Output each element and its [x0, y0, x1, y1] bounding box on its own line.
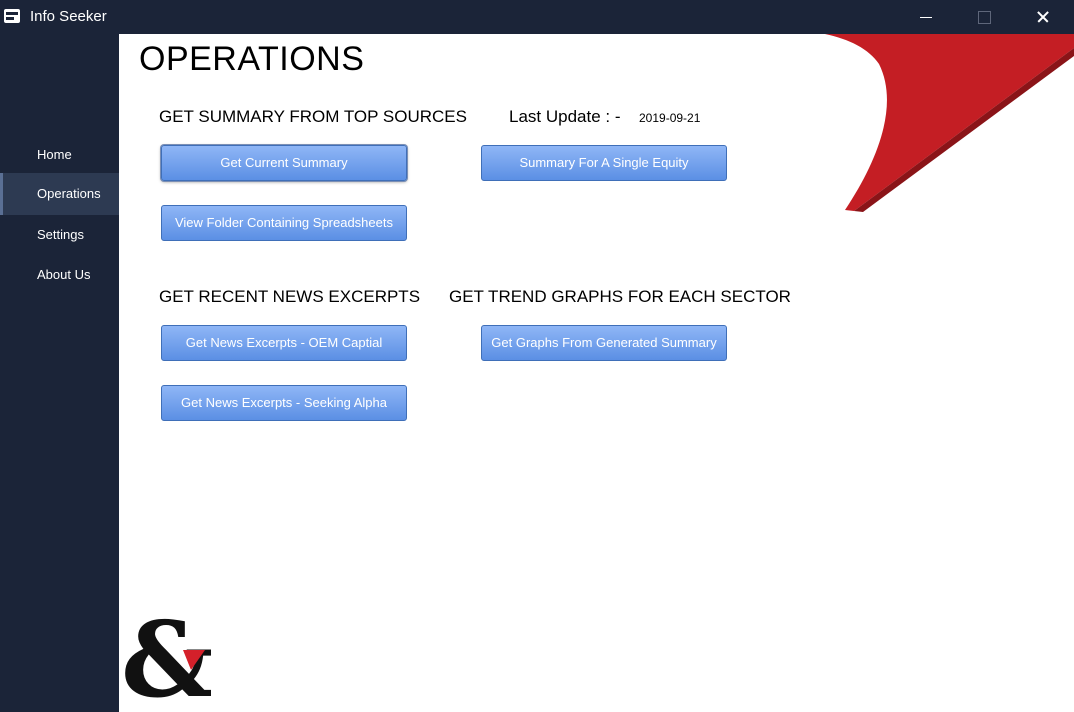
- get-graphs-button[interactable]: Get Graphs From Generated Summary: [481, 325, 727, 361]
- main-content: OPERATIONS GET SUMMARY FROM TOP SOURCES …: [119, 34, 1074, 712]
- summary-section-heading: GET SUMMARY FROM TOP SOURCES: [159, 107, 467, 126]
- get-current-summary-button[interactable]: Get Current Summary: [161, 145, 407, 181]
- news-seeking-alpha-button[interactable]: Get News Excerpts - Seeking Alpha: [161, 385, 407, 421]
- trend-section-heading: GET TREND GRAPHS FOR EACH SECTOR: [449, 287, 791, 306]
- window-title: Info Seeker: [30, 8, 107, 25]
- title-bar: Info Seeker: [0, 0, 1074, 34]
- view-folder-button[interactable]: View Folder Containing Spreadsheets: [161, 205, 407, 241]
- last-update-label: Last Update : -: [509, 107, 621, 126]
- summary-single-equity-button[interactable]: Summary For A Single Equity: [481, 145, 727, 181]
- red-swoosh-graphic: [825, 34, 1074, 212]
- app-icon: [4, 9, 20, 23]
- last-update-value: 2019-09-21: [639, 111, 701, 125]
- sidebar: Home Operations Settings About Us: [0, 34, 119, 712]
- sidebar-item-about-us[interactable]: About Us: [0, 254, 119, 296]
- sidebar-item-settings[interactable]: Settings: [0, 214, 119, 256]
- minimize-button[interactable]: [898, 0, 956, 34]
- news-oem-capital-button[interactable]: Get News Excerpts - OEM Captial: [161, 325, 407, 361]
- sidebar-item-operations[interactable]: Operations: [0, 173, 119, 215]
- news-section-heading: GET RECENT NEWS EXCERPTS: [159, 287, 421, 306]
- sidebar-item-home[interactable]: Home: [0, 134, 119, 176]
- maximize-button[interactable]: [956, 0, 1014, 34]
- ampersand-logo: &: [121, 608, 211, 704]
- close-button[interactable]: [1014, 0, 1072, 34]
- page-title: OPERATIONS: [139, 40, 365, 78]
